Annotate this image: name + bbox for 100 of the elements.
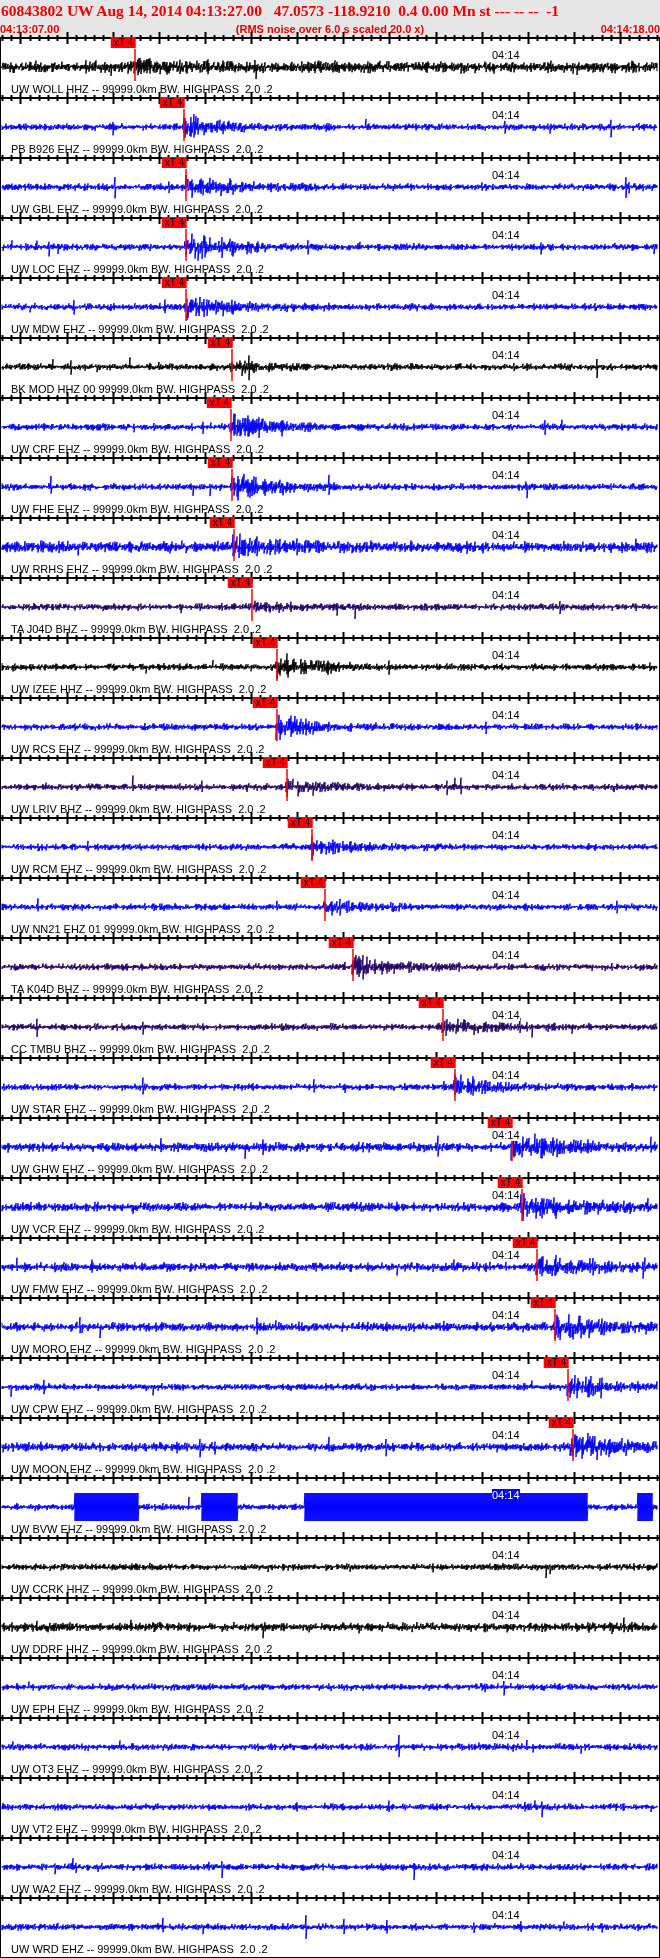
- station-label: UW EPH EHZ -- 99999.0km BW. HIGHPASS 2.0 .2: [11, 1703, 264, 1715]
- pick-label: xT 4: [207, 337, 233, 348]
- pick-label: xT 4: [430, 1057, 456, 1068]
- station-label: UW WA2 EHZ -- 99999.0km BW. HIGHPASS 2.0 .2: [11, 1883, 265, 1895]
- station-label: UW IZEE HHZ -- 99999.0km BW. HIGHPASS 2.0 .2: [11, 683, 267, 695]
- time-label: 04:14: [492, 1849, 520, 1861]
- time-label: 04:14: [492, 1429, 520, 1441]
- pick-label: xT 4: [328, 937, 354, 948]
- time-label: 04:14: [492, 1729, 520, 1741]
- station-label: UW BVW EHZ -- 99999.0km BW. HIGHPASS 2.0 .2: [11, 1523, 267, 1535]
- pick-label: xT 4: [159, 97, 185, 108]
- station-label: PB B926 EHZ -- 99999.0km BW. HIGHPASS 2.0 .2: [11, 143, 264, 155]
- pick-label: xT 4: [512, 1237, 538, 1248]
- time-label: 04:14: [492, 589, 520, 601]
- pick-line: [230, 408, 232, 442]
- pick-label: xT 4: [262, 757, 288, 768]
- pick-line: [233, 528, 235, 562]
- station-label: TA K04D BHZ -- 99999.0km BW. HIGHPASS 2.0 .2: [11, 983, 264, 995]
- pick-label: xT 4: [287, 817, 313, 828]
- time-label: 04:14: [492, 1249, 520, 1261]
- pick-label: xT 4: [252, 637, 278, 648]
- time-label: 04:14: [492, 349, 520, 361]
- pick-label: xT 4: [548, 1417, 574, 1428]
- time-label: 04:14: [492, 409, 520, 421]
- pick-label: xT 4: [530, 1297, 556, 1308]
- station-label: UW WRD EHZ -- 99999.0km BW. HIGHPASS 2.0 .2: [11, 1943, 268, 1955]
- station-label: UW NN21 EHZ 01 99999.0km BW. HIGHPASS 2.0 .2: [11, 923, 275, 935]
- pick-line: [134, 48, 136, 82]
- pick-line: [454, 1068, 456, 1102]
- pick-line: [286, 768, 288, 802]
- station-label: UW STAR EHZ -- 99999.0km BW. HIGHPASS 2.0 .2: [11, 1103, 270, 1115]
- station-label: UW VT2 EHZ -- 99999.0km BW. HIGHPASS 2.0 .2: [11, 1823, 262, 1835]
- pick-line: [567, 1368, 569, 1402]
- start-time: 04:13:07.00: [0, 23, 60, 35]
- station-label: UW DDRF HHZ -- 99999.0km BW. HIGHPASS 2.0 .2: [11, 1643, 273, 1655]
- time-label: 04:14: [492, 1129, 520, 1141]
- station-label: CC TMBU BHZ -- 99999.0km BW. HIGHPASS 2.0 .2: [11, 1043, 270, 1055]
- pick-label: xT 4: [487, 1117, 513, 1128]
- station-label: UW CRF EHZ -- 99999.0km BW. HIGHPASS 2.0 .2: [11, 443, 264, 455]
- time-label: 04:14: [492, 1369, 520, 1381]
- pick-label: xT 4: [110, 37, 136, 48]
- pick-line: [231, 468, 233, 502]
- pick-label: xT 4: [161, 217, 187, 228]
- station-label: UW MOON EHZ -- 99999.0km BW. HIGHPASS 2.0 .2: [11, 1463, 276, 1475]
- pick-line: [276, 648, 278, 682]
- time-label: 04:14: [492, 469, 520, 481]
- time-label: 04:14: [492, 289, 520, 301]
- time-label: 04:14: [492, 709, 520, 721]
- time-label: 04:14: [492, 649, 520, 661]
- time-label: 04:14: [492, 49, 520, 61]
- time-label: 04:14: [492, 109, 520, 121]
- time-label: 04:14: [492, 1789, 520, 1801]
- time-label: 04:14: [492, 1909, 520, 1921]
- time-label: 04:14: [492, 1549, 520, 1561]
- pick-line: [183, 108, 185, 142]
- pick-line: [572, 1428, 574, 1462]
- time-label: 04:14: [492, 1009, 520, 1021]
- station-label: UW CPW EHZ -- 99999.0km BW. HIGHPASS 2.0 .2: [11, 1403, 267, 1415]
- time-label: 04:14: [492, 829, 520, 841]
- pick-label: xT 4: [227, 577, 253, 588]
- time-label: 04:14: [492, 949, 520, 961]
- station-label: UW RCS EHZ -- 99999.0km BW. HIGHPASS 2.0 .2: [11, 743, 265, 755]
- pick-label: xT 4: [543, 1357, 569, 1368]
- pick-label: xT 4: [161, 157, 187, 168]
- pick-label: xT 4: [418, 997, 444, 1008]
- pick-line: [185, 228, 187, 262]
- time-label: 04:14: [492, 1069, 520, 1081]
- time-label: 04:14: [492, 1489, 520, 1501]
- pick-line: [185, 168, 187, 202]
- pick-line: [251, 588, 253, 622]
- pick-line: [231, 348, 233, 382]
- pick-label: xT 4: [252, 697, 278, 708]
- station-label: UW GBL EHZ -- 99999.0km BW. HIGHPASS 2.0 .2: [11, 203, 263, 215]
- pick-label: xT 4: [300, 877, 326, 888]
- pick-line: [442, 1008, 444, 1042]
- pick-label: xT 4: [161, 277, 187, 288]
- pick-line: [311, 828, 313, 862]
- time-label: 04:14: [492, 229, 520, 241]
- pick-line: [324, 888, 326, 922]
- station-label: UW OT3 EHZ -- 99999.0km BW. HIGHPASS 2.0 .2: [11, 1763, 263, 1775]
- station-label: UW GHW EHZ -- 99999.0km BW. HIGHPASS 2.0 .2: [11, 1163, 269, 1175]
- scaling-note: (RMS noise over 6.0 s scaled 20.0 x): [235, 23, 425, 35]
- station-label: UW RCM EHZ -- 99999.0km BW. HIGHPASS 2.0 .2: [11, 863, 267, 875]
- station-label: UW MORO EHZ -- 99999.0km BW. HIGHPASS 2.0 .2: [11, 1343, 276, 1355]
- station-label: UW CCRK HHZ -- 99999.0km BW. HIGHPASS 2.0 .2: [11, 1583, 274, 1595]
- station-label: UW VCR EHZ -- 99999.0km BW. HIGHPASS 2.0 .2: [11, 1223, 265, 1235]
- station-label: TA J04D BHZ -- 99999.0km BW. HIGHPASS 2.0 .2: [11, 623, 262, 635]
- station-label: UW LOC EHZ -- 99999.0km BW. HIGHPASS 2.0 .2: [11, 263, 264, 275]
- event-title: 60843802 UW Aug 14, 2014 04:13:27.00 47.0573 -118.9210 0.4 0.00 Mn st --- -- -- -1: [0, 1, 560, 21]
- pick-label: xT 4: [209, 517, 235, 528]
- station-label: BK MOD HHZ 00 99999.0km BW. HIGHPASS 2.0 .2: [11, 383, 269, 395]
- time-label: 04:14: [492, 889, 520, 901]
- time-label: 04:14: [492, 1309, 520, 1321]
- pick-label: xT 4: [207, 457, 233, 468]
- time-label: 04:14: [492, 529, 520, 541]
- pick-line: [276, 708, 278, 742]
- pick-label: xT 4: [497, 1177, 523, 1188]
- end-time: 04:14:18.00: [600, 23, 660, 35]
- pick-line: [521, 1188, 523, 1222]
- pick-line: [352, 948, 354, 982]
